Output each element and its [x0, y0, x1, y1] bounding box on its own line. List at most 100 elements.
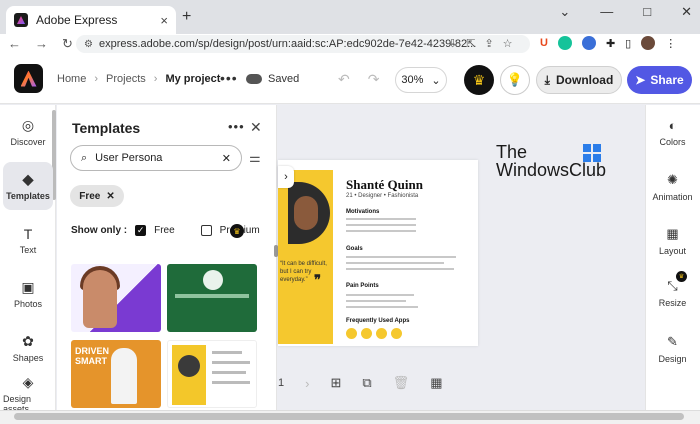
- delete-page-icon[interactable]: 🗑: [393, 375, 410, 391]
- adobe-express-logo[interactable]: [14, 64, 43, 93]
- tab-close-icon[interactable]: ×: [160, 13, 168, 28]
- site-info-icon[interactable]: ⚙: [84, 39, 93, 50]
- rail-item-colors[interactable]: ◐ Colors: [645, 118, 700, 147]
- free-option-label: Free: [154, 225, 175, 236]
- thumbnail-line: [212, 361, 250, 364]
- filter-settings-icon[interactable]: ⚌: [249, 150, 261, 166]
- zoom-select[interactable]: 30% ⌄: [395, 67, 447, 93]
- minimize-button[interactable]: —: [600, 4, 613, 20]
- tab-search-icon[interactable]: ⌄: [559, 4, 570, 20]
- portrait-image: [111, 348, 137, 404]
- text-line: [346, 224, 416, 226]
- grammarly-icon[interactable]: [557, 36, 572, 50]
- crumb-projects[interactable]: Projects: [106, 73, 146, 85]
- undo-icon[interactable]: ↶: [338, 71, 350, 88]
- template-thumbnail[interactable]: DRIVEN SMART: [71, 340, 161, 408]
- back-button[interactable]: ←: [8, 36, 21, 52]
- extension-icon[interactable]: [581, 36, 596, 50]
- template-thumbnail[interactable]: [167, 340, 257, 408]
- sidebar-icon[interactable]: ▯: [625, 37, 631, 50]
- browser-tab[interactable]: Adobe Express ×: [6, 6, 176, 34]
- forward-button[interactable]: →: [35, 36, 48, 52]
- text-line: [346, 294, 414, 296]
- thumbnail-line: [212, 381, 250, 384]
- rail-item-design[interactable]: ✎ Design: [645, 334, 700, 364]
- tab-title: Adobe Express: [36, 13, 118, 27]
- template-search-input[interactable]: ⌕ User Persona ✕: [70, 145, 242, 171]
- resize-icon: ⤡: [667, 278, 678, 293]
- panel-title: Templates: [72, 120, 141, 136]
- adobe-logo-icon: [20, 70, 37, 87]
- text-line: [346, 262, 444, 264]
- rail-label: Colors: [659, 137, 686, 147]
- rail-label: Photos: [13, 299, 43, 309]
- more-options-button[interactable]: •••: [220, 70, 238, 86]
- browser-menu-icon[interactable]: ⋮: [665, 37, 676, 50]
- rail-item-discover[interactable]: ◎ Discover: [3, 108, 53, 156]
- panel-more-button[interactable]: •••: [228, 119, 245, 134]
- duplicate-page-icon[interactable]: ⧉: [362, 375, 371, 391]
- extension-u-icon[interactable]: U: [540, 37, 548, 49]
- profile-avatar[interactable]: [641, 36, 656, 50]
- crumb-my-project[interactable]: My project: [165, 73, 220, 85]
- tips-bulb-button[interactable]: 💡: [500, 65, 530, 95]
- clear-search-icon[interactable]: ✕: [222, 152, 231, 165]
- rail-item-photos[interactable]: ▣ Photos: [3, 270, 53, 318]
- download-icon[interactable]: ⇩: [448, 37, 457, 50]
- chevron-right-icon: ›: [153, 73, 158, 85]
- rail-item-text[interactable]: T Text: [3, 216, 53, 264]
- panel-close-icon[interactable]: ✕: [250, 119, 262, 136]
- scrollbar-thumb[interactable]: [14, 413, 684, 420]
- rail-item-resize[interactable]: ⤡ Resize: [645, 278, 700, 308]
- add-page-icon[interactable]: ⊞: [330, 375, 341, 391]
- new-tab-button[interactable]: +: [182, 8, 191, 26]
- text-line: [346, 300, 406, 302]
- rail-label: Discover: [10, 137, 46, 147]
- section-heading: Motivations: [346, 209, 380, 215]
- free-checkbox[interactable]: ✓: [135, 225, 147, 236]
- app-icon: [346, 328, 357, 339]
- rail-item-layout[interactable]: ▦ Layout: [645, 226, 700, 256]
- maximize-button[interactable]: □: [643, 4, 651, 20]
- section-heading: Goals: [346, 246, 363, 252]
- rail-label: Text: [19, 244, 37, 255]
- puzzle-extensions-icon[interactable]: ✚: [606, 37, 615, 50]
- app-icon: [391, 328, 402, 339]
- filter-chip-free[interactable]: Free ✕: [70, 185, 124, 207]
- rail-label: Layout: [658, 246, 687, 256]
- close-window-button[interactable]: ✕: [681, 4, 692, 20]
- text-line: [346, 306, 418, 308]
- share-button[interactable]: ➤ Share: [627, 66, 692, 94]
- send-icon: ➤: [635, 73, 646, 87]
- premium-crown-icon: ♛: [230, 224, 244, 238]
- search-value: User Persona: [95, 152, 163, 164]
- chip-remove-icon[interactable]: ✕: [106, 191, 114, 202]
- design-assets-icon: ◈: [22, 374, 34, 390]
- grid-view-icon[interactable]: ▦: [430, 375, 442, 391]
- text-line: [346, 230, 416, 232]
- crumb-home[interactable]: Home: [57, 73, 86, 85]
- text-icon: T: [23, 225, 33, 242]
- rail-item-design-assets[interactable]: ◈ Design assets: [3, 374, 53, 414]
- bookmark-star-icon[interactable]: ☆: [503, 37, 513, 50]
- collapse-panel-button[interactable]: ›: [278, 166, 294, 188]
- download-label: Download: [555, 73, 614, 87]
- rail-item-shapes[interactable]: ✿ Shapes: [3, 324, 53, 372]
- premium-checkbox[interactable]: [200, 225, 212, 236]
- next-page-icon[interactable]: ›: [305, 376, 309, 391]
- shapes-icon: ✿: [22, 333, 34, 349]
- download-button[interactable]: ⤓ Download: [536, 66, 622, 94]
- download-icon: ⤓: [544, 72, 550, 87]
- reload-button[interactable]: ↻: [62, 36, 73, 52]
- redo-icon[interactable]: ↷: [368, 71, 380, 88]
- template-thumbnail[interactable]: [167, 264, 257, 332]
- rail-item-templates[interactable]: ◆ Templates: [3, 162, 53, 210]
- share-page-icon[interactable]: ⇪: [484, 37, 493, 50]
- template-thumbnail[interactable]: [71, 264, 161, 332]
- avatar: [203, 270, 223, 290]
- open-in-app-icon[interactable]: ⇱: [466, 37, 475, 50]
- rail-label: Shapes: [12, 353, 44, 363]
- premium-crown-button[interactable]: ♛: [464, 65, 494, 95]
- rail-item-animation[interactable]: ✺ Animation: [645, 172, 700, 202]
- zoom-value: 30%: [401, 74, 424, 86]
